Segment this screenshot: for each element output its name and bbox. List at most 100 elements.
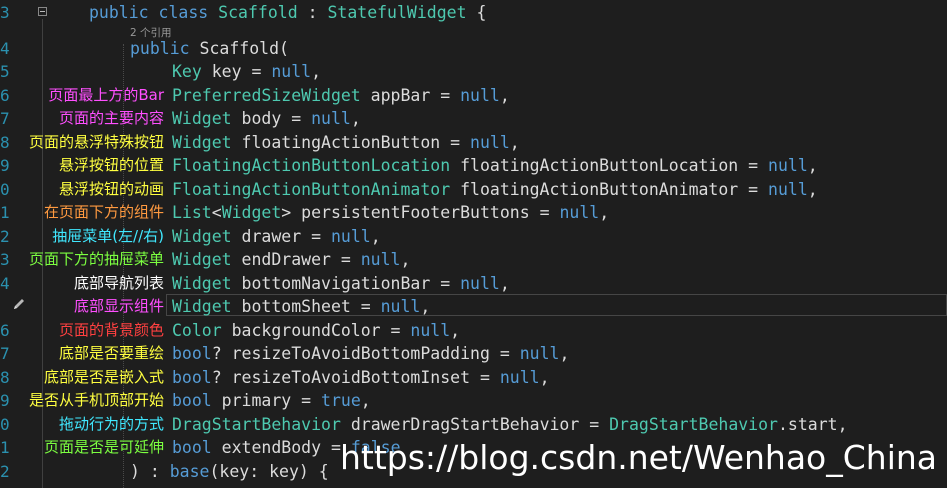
code-token: ,: [400, 250, 411, 269]
annotation-label: 页面最上方的Bar: [48, 86, 164, 104]
code-line[interactable]: List<Widget> persistentFooterButtons = n…: [172, 201, 609, 224]
line-number: 3: [0, 3, 10, 22]
line-number: 9: [0, 156, 10, 175]
code-line[interactable]: Widget floatingActionButton = null,: [172, 131, 520, 154]
code-line[interactable]: Widget bottomNavigationBar = null,: [172, 272, 510, 295]
line-number: 5: [0, 62, 10, 81]
code-line[interactable]: public class Scaffold : StatefulWidget {: [89, 1, 486, 24]
code-token: backgroundColor =: [221, 321, 411, 340]
code-line[interactable]: DragStartBehavior drawerDragStartBehavio…: [172, 413, 848, 436]
code-token: Widget: [172, 274, 232, 293]
code-line[interactable]: FloatingActionButtonAnimator floatingAct…: [172, 178, 818, 201]
code-line[interactable]: Widget endDrawer = null,: [172, 248, 410, 271]
code-token: null: [271, 62, 312, 81]
code-line[interactable]: Key key = null,: [172, 60, 321, 83]
annotation-label: 页面下方的抽屉菜单: [28, 250, 164, 268]
code-line[interactable]: bool? resizeToAvoidBottomInset = null,: [172, 366, 550, 389]
line-number: 0: [0, 180, 10, 199]
line-number: 4: [0, 39, 10, 58]
annotation-label: 悬浮按钮的位置: [58, 156, 164, 174]
code-line[interactable]: public Scaffold(: [130, 37, 289, 60]
pencil-icon[interactable]: [11, 296, 27, 312]
fold-collapse-icon[interactable]: [38, 7, 47, 16]
code-line[interactable]: Widget body = null,: [172, 107, 361, 130]
code-token: base: [169, 462, 210, 481]
code-token: null: [380, 297, 421, 316]
code-line[interactable]: PreferredSizeWidget appBar = null,: [172, 84, 510, 107]
code-token: DragStartBehavior: [609, 415, 778, 434]
line-number: 2: [0, 462, 10, 481]
watermark: https://blog.csdn.net/Wenhao_China: [340, 438, 937, 477]
annotation-label: 底部导航列表: [73, 274, 164, 292]
line-number: 2: [0, 227, 10, 246]
code-token: Widget: [172, 227, 232, 246]
code-line[interactable]: ) : base(key: key) {: [130, 460, 329, 483]
code-token: ,: [807, 156, 818, 175]
code-token: null: [410, 321, 451, 340]
code-token: StatefulWidget: [327, 3, 467, 22]
code-token: public: [130, 39, 200, 58]
code-token: floatingActionButtonAnimator =: [450, 180, 769, 199]
code-token: ,: [311, 62, 322, 81]
code-line[interactable]: Color backgroundColor = null,: [172, 319, 460, 342]
code-token: .start,: [778, 415, 848, 434]
code-token: floatingActionButton =: [231, 133, 471, 152]
code-token: {: [466, 3, 487, 22]
line-number: 1: [0, 203, 10, 222]
code-token: null: [311, 109, 351, 128]
line-number: 4: [0, 274, 10, 293]
code-line[interactable]: bool primary = true,: [172, 389, 371, 412]
line-number: 8: [0, 368, 10, 387]
line-number: 6: [0, 321, 10, 340]
code-token: ,: [509, 133, 520, 152]
code-token: Scaffold(: [199, 39, 289, 58]
code-token: List: [172, 203, 212, 222]
code-editor[interactable]: 2 个引用 3 public class Scaffold : StatefulW…: [0, 0, 947, 488]
code-token: Scaffold: [218, 3, 298, 22]
annotation-label: 底部是否要重绘: [58, 344, 164, 362]
line-number: 9: [0, 391, 10, 410]
code-token: null: [559, 203, 600, 222]
code-token: null: [360, 250, 401, 269]
code-token: drawer =: [231, 227, 331, 246]
line-number: 8: [0, 133, 10, 152]
code-token: ? resizeToAvoidBottomPadding =: [211, 344, 520, 363]
code-token: floatingActionButtonLocation =: [450, 156, 769, 175]
code-token: null: [519, 344, 560, 363]
annotation-label: 抽屉菜单(左//右): [52, 227, 164, 245]
code-token: body =: [231, 109, 312, 128]
annotation-label: 底部显示组件: [73, 297, 164, 315]
line-number: 6: [0, 86, 10, 105]
code-token: ,: [350, 109, 361, 128]
code-token: ,: [360, 391, 371, 410]
code-token: ) :: [130, 462, 170, 481]
code-token: bool: [172, 368, 212, 387]
code-token: null: [470, 133, 510, 152]
code-token: primary =: [211, 391, 322, 410]
code-token: public: [89, 3, 159, 22]
code-token: FloatingActionButtonAnimator: [172, 180, 451, 199]
code-token: Widget: [221, 203, 282, 222]
code-token: DragStartBehavior: [172, 415, 341, 434]
code-token: Widget: [172, 133, 232, 152]
code-token: Widget: [172, 250, 232, 269]
annotation-label: 是否从手机顶部开始: [28, 391, 164, 409]
code-line[interactable]: Widget bottomSheet = null,: [172, 295, 430, 318]
code-token: Widget: [172, 109, 232, 128]
code-token: <: [211, 203, 222, 222]
annotation-label: 页面的背景颜色: [58, 321, 164, 339]
code-token: null: [768, 156, 808, 175]
code-token: ,: [420, 297, 431, 316]
code-line[interactable]: FloatingActionButtonLocation floatingAct…: [172, 154, 818, 177]
code-token: true: [321, 391, 361, 410]
line-number: 7: [0, 344, 10, 363]
code-token: bool: [172, 391, 212, 410]
code-token: null: [768, 180, 808, 199]
code-token: ,: [559, 344, 570, 363]
code-line[interactable]: Widget drawer = null,: [172, 225, 381, 248]
code-token: null: [460, 274, 500, 293]
code-line[interactable]: bool? resizeToAvoidBottomPadding = null,: [172, 342, 569, 365]
code-token: null: [499, 368, 540, 387]
code-token: class: [158, 3, 219, 22]
annotation-label: 页面的主要内容: [58, 109, 164, 127]
